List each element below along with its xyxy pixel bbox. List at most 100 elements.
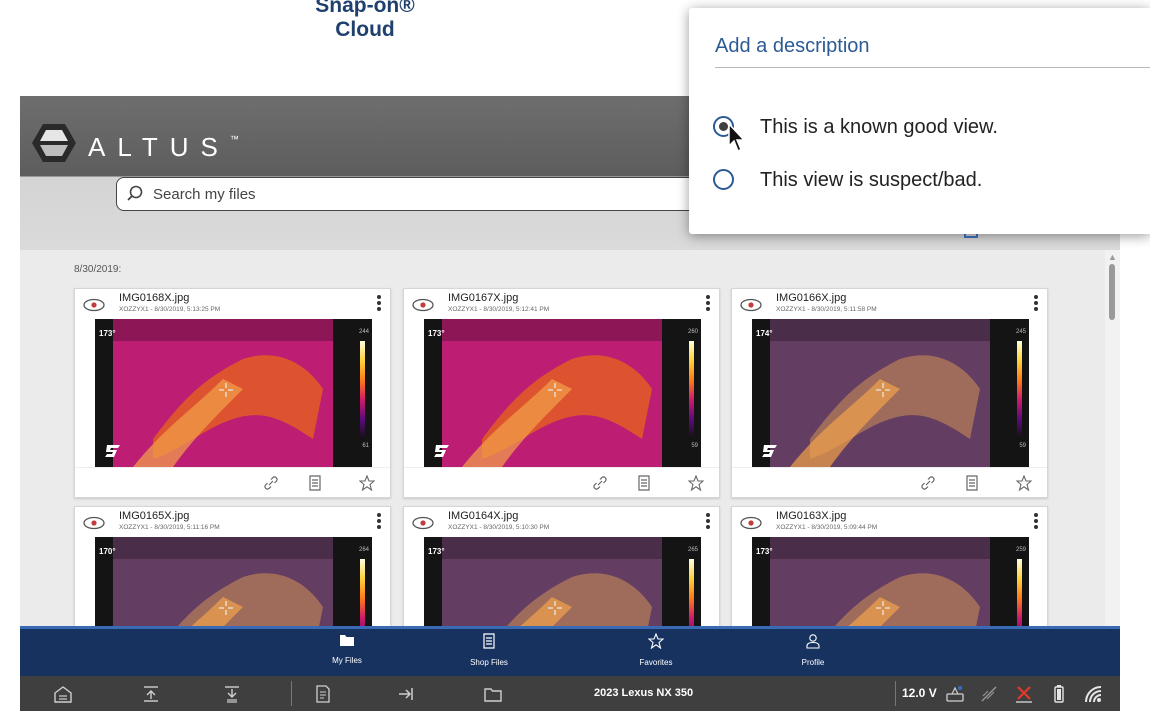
radio-option-good[interactable]: This is a known good view. bbox=[713, 112, 1133, 142]
thermal-camera-icon bbox=[740, 516, 762, 530]
battery-voltage: 12.0 V bbox=[902, 686, 937, 700]
thermal-image[interactable]: 173° 259 bbox=[752, 537, 1029, 626]
file-name[interactable]: IMG0168X.jpg bbox=[119, 292, 189, 304]
home-icon[interactable] bbox=[53, 684, 73, 704]
divider bbox=[895, 681, 896, 706]
snapon-logo-icon bbox=[434, 445, 449, 457]
scroll-bottom-icon[interactable] bbox=[222, 684, 242, 704]
max-temp: 174° bbox=[756, 329, 773, 338]
star-icon[interactable] bbox=[359, 475, 375, 491]
thermal-image[interactable]: 173° 265 bbox=[424, 537, 701, 626]
star-icon[interactable] bbox=[1016, 475, 1032, 491]
link-icon[interactable] bbox=[920, 475, 936, 491]
kebab-icon[interactable] bbox=[705, 293, 711, 313]
crosshair-icon bbox=[548, 601, 562, 615]
notes-icon[interactable] bbox=[307, 475, 323, 491]
thermal-camera-icon bbox=[740, 298, 762, 312]
scroll-thumb[interactable] bbox=[1109, 264, 1115, 320]
thermal-image[interactable]: 174° 245 59 bbox=[752, 319, 1029, 467]
kebab-icon[interactable] bbox=[376, 511, 382, 531]
files-grid: 8/30/2019: IMG0168X.jpg XOZZYX1 - 8/30/20… bbox=[20, 250, 1105, 626]
thermal-camera-icon bbox=[83, 298, 105, 312]
nav-shop-files[interactable]: Shop Files bbox=[444, 633, 534, 667]
crosshair-icon bbox=[548, 383, 562, 397]
temperature-colorbar bbox=[360, 341, 365, 439]
kebab-icon[interactable] bbox=[376, 293, 382, 313]
kebab-icon[interactable] bbox=[1033, 511, 1039, 531]
file-name[interactable]: IMG0166X.jpg bbox=[776, 292, 846, 304]
export-icon[interactable] bbox=[397, 684, 417, 704]
radio-option-bad[interactable]: This view is suspect/bad. bbox=[713, 165, 1133, 195]
nav-favorites[interactable]: Favorites bbox=[611, 633, 701, 667]
no-signal-icon[interactable] bbox=[979, 684, 999, 704]
link-icon[interactable] bbox=[592, 475, 608, 491]
nav-label: My Files bbox=[332, 656, 362, 665]
file-card[interactable]: IMG0165X.jpg XOZZYX1 - 8/30/2019, 5:11:16… bbox=[74, 506, 391, 626]
crosshair-icon bbox=[876, 601, 890, 615]
vehicle-link-icon[interactable] bbox=[945, 684, 965, 704]
search-input[interactable] bbox=[153, 182, 673, 206]
temperature-colorbar bbox=[1017, 341, 1022, 439]
battery-icon bbox=[1054, 685, 1064, 703]
crosshair-icon bbox=[219, 601, 233, 615]
max-temp: 173° bbox=[428, 547, 445, 556]
file-name[interactable]: IMG0167X.jpg bbox=[448, 292, 518, 304]
scroll-top-icon[interactable] bbox=[141, 684, 161, 704]
kebab-icon[interactable] bbox=[705, 511, 711, 531]
file-card[interactable]: IMG0164X.jpg XOZZYX1 - 8/30/2019, 5:10:30… bbox=[403, 506, 720, 626]
card-actions bbox=[732, 467, 1047, 497]
crosshair-icon bbox=[876, 383, 890, 397]
screen: Snap-on® Cloud ALTUS™ 8/30/2019: IMG0168… bbox=[0, 0, 1150, 711]
radio-label[interactable]: This view is suspect/bad. bbox=[760, 169, 982, 192]
folder-icon[interactable] bbox=[483, 684, 503, 704]
card-actions bbox=[75, 467, 390, 497]
max-temp: 170° bbox=[99, 547, 116, 556]
nav-label: Shop Files bbox=[470, 658, 508, 667]
file-name[interactable]: IMG0164X.jpg bbox=[448, 510, 518, 522]
file-card[interactable]: IMG0168X.jpg XOZZYX1 - 8/30/2019, 5:13:25… bbox=[74, 288, 391, 498]
link-icon[interactable] bbox=[263, 475, 279, 491]
file-card[interactable]: IMG0166X.jpg XOZZYX1 - 8/30/2019, 5:11:58… bbox=[731, 288, 1048, 498]
card-header: IMG0165X.jpg XOZZYX1 - 8/30/2019, 5:11:16… bbox=[75, 507, 390, 537]
card-header: IMG0163X.jpg XOZZYX1 - 8/30/2019, 5:09:44… bbox=[732, 507, 1047, 537]
file-name[interactable]: IMG0163X.jpg bbox=[776, 510, 846, 522]
wifi-icon[interactable] bbox=[1083, 684, 1103, 704]
vehicle-name[interactable]: 2023 Lexus NX 350 bbox=[594, 687, 693, 699]
notes-icon[interactable] bbox=[636, 475, 652, 491]
star-icon bbox=[648, 633, 664, 649]
thermal-image[interactable]: 170° 264 bbox=[95, 537, 372, 626]
document-icon[interactable] bbox=[313, 684, 333, 704]
notes-icon[interactable] bbox=[964, 475, 980, 491]
system-bar: 2023 Lexus NX 350 12.0 V bbox=[20, 676, 1120, 711]
search-box[interactable] bbox=[116, 177, 700, 211]
scroll-up-arrow-icon[interactable]: ▲ bbox=[1108, 252, 1117, 262]
scale-high: 259 bbox=[1015, 547, 1026, 553]
divider bbox=[291, 681, 292, 706]
nav-profile[interactable]: Profile bbox=[768, 633, 858, 667]
thermal-image[interactable]: 173° 260 59 bbox=[424, 319, 701, 467]
scrollbar[interactable]: ▲ bbox=[1105, 250, 1120, 626]
snapon-logo-icon bbox=[105, 445, 120, 457]
file-meta: XOZZYX1 - 8/30/2019, 5:12:41 PM bbox=[448, 306, 550, 313]
folder-icon bbox=[340, 635, 354, 646]
card-header: IMG0167X.jpg XOZZYX1 - 8/30/2019, 5:12:41… bbox=[404, 289, 719, 319]
thermal-camera-icon bbox=[412, 298, 434, 312]
file-name[interactable]: IMG0165X.jpg bbox=[119, 510, 189, 522]
brand-name: ALTUS™ bbox=[88, 132, 239, 162]
file-card[interactable]: IMG0163X.jpg XOZZYX1 - 8/30/2019, 5:09:44… bbox=[731, 506, 1048, 626]
nav-my-files[interactable]: My Files bbox=[302, 633, 392, 665]
star-icon[interactable] bbox=[688, 475, 704, 491]
nav-label: Profile bbox=[801, 658, 825, 667]
kebab-icon[interactable] bbox=[1033, 293, 1039, 313]
date-group-label: 8/30/2019: bbox=[74, 264, 122, 275]
file-meta: XOZZYX1 - 8/30/2019, 5:09:44 PM bbox=[776, 524, 878, 531]
thermal-image[interactable]: 173° 244 61 bbox=[95, 319, 372, 467]
file-card[interactable]: IMG0167X.jpg XOZZYX1 - 8/30/2019, 5:12:41… bbox=[403, 288, 720, 498]
warning-icon[interactable] bbox=[1014, 684, 1034, 704]
scale-low: 61 bbox=[362, 443, 369, 449]
radio-label[interactable]: This is a known good view. bbox=[760, 116, 998, 139]
nav-label: Favorites bbox=[639, 658, 673, 667]
banner-line-2: Cloud bbox=[335, 18, 395, 41]
radio-button[interactable] bbox=[713, 169, 734, 190]
temperature-colorbar bbox=[689, 559, 694, 626]
